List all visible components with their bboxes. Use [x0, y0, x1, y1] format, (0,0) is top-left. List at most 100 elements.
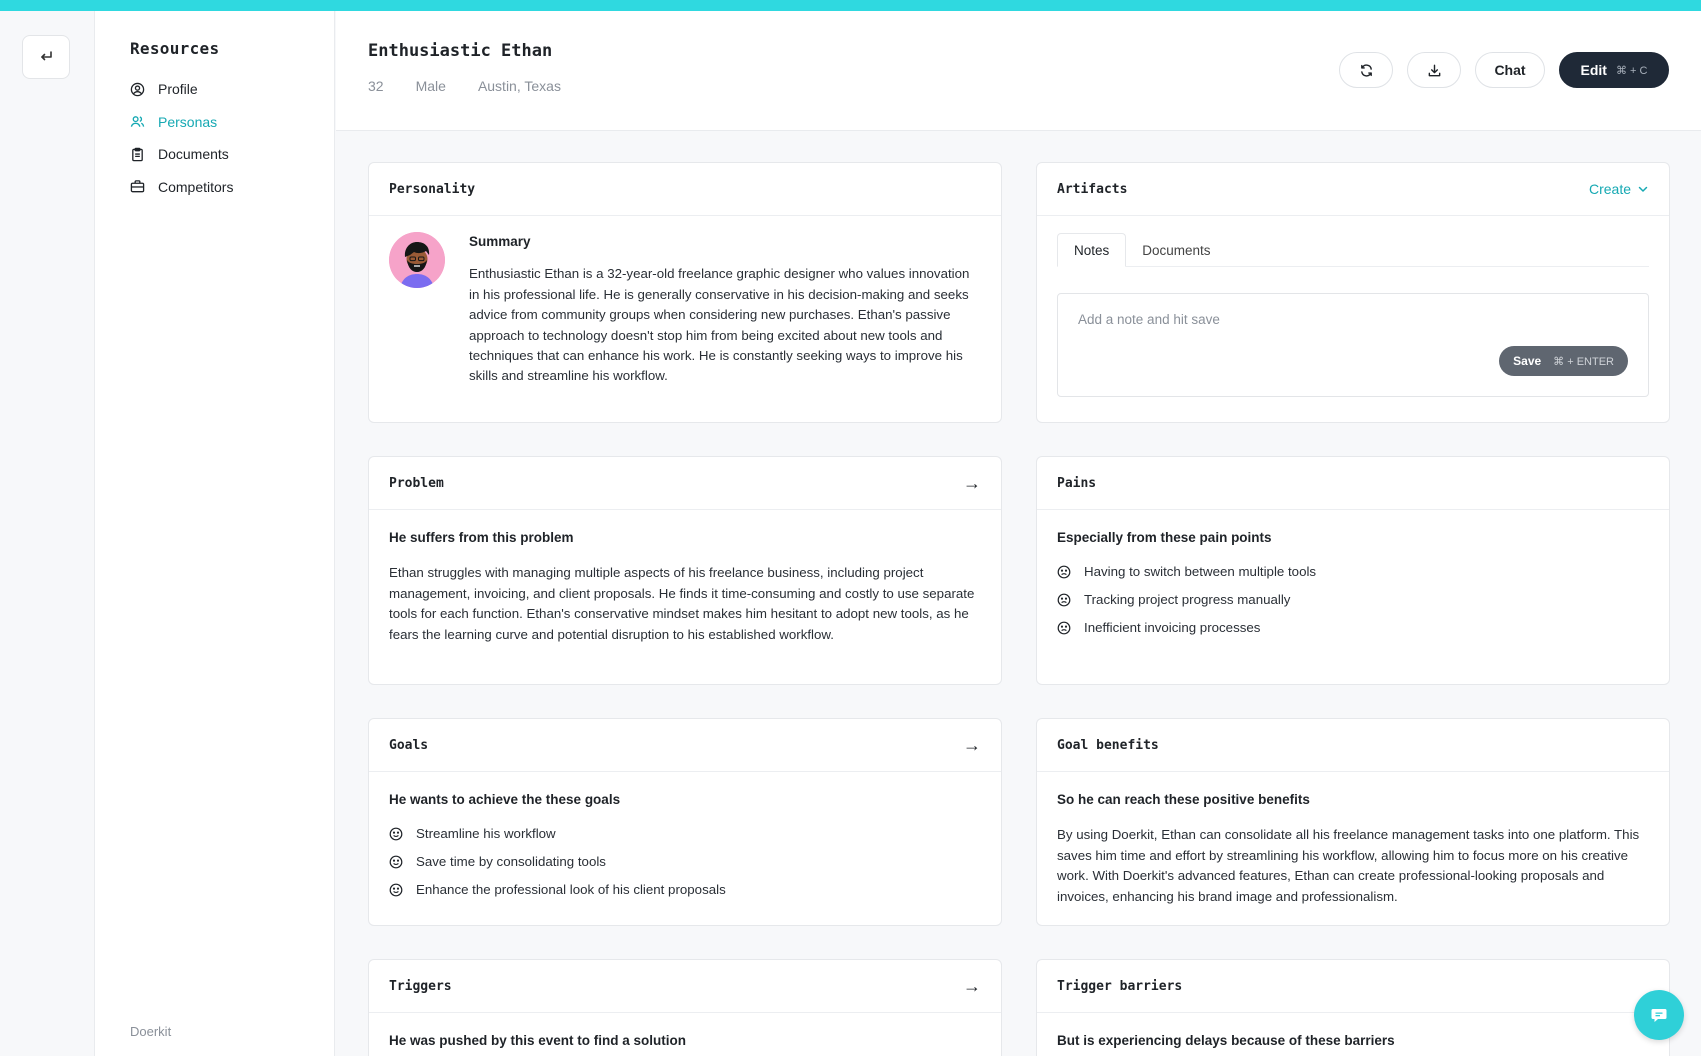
card-subtitle: Especially from these pain points [1057, 530, 1272, 545]
card-header: Personality [369, 163, 1001, 216]
download-icon [1428, 64, 1440, 76]
sidebar-item-label: Competitors [158, 178, 234, 195]
problem-card: Problem → He suffers from this problem E… [368, 456, 1002, 685]
smile-face-icon [389, 828, 403, 841]
clipboard-icon [132, 147, 143, 161]
sidebar-item-label: Documents [158, 146, 229, 163]
briefcase-icon [130, 180, 145, 193]
arrow-right-icon[interactable]: → [963, 473, 981, 494]
header-actions: Chat Edit ⌘ + C [1339, 52, 1669, 88]
card-title: Pains [1057, 475, 1097, 491]
card-header: Goal benefits [1037, 719, 1669, 772]
personality-body: Summary Enthusiastic Ethan is a 32-year-… [469, 232, 979, 387]
save-label: Save [1513, 354, 1542, 368]
persona-gender: Male [415, 78, 446, 94]
save-note-button[interactable]: Save ⌘ + ENTER [1499, 346, 1628, 376]
card-header[interactable]: Problem → [369, 457, 1001, 510]
goal-benefits-text: By using Doerkit, Ethan can consolidate … [1057, 827, 1640, 904]
list-item: Tracking project progress manually [1057, 586, 1649, 614]
chevron-down-icon [1638, 186, 1648, 192]
note-editor: Save ⌘ + ENTER [1057, 293, 1649, 397]
trigger-barriers-card: Trigger barriers But is experiencing del… [1036, 959, 1670, 1056]
card-header: Trigger barriers [1037, 960, 1669, 1013]
back-button[interactable] [22, 35, 70, 79]
card-subtitle: He suffers from this problem [389, 530, 574, 545]
personality-summary-text: Enthusiastic Ethan is a 32-year-old free… [469, 266, 970, 384]
sidebar-item-documents[interactable]: Documents [130, 138, 233, 171]
list-item-text: Having to switch between multiple tools [1084, 564, 1317, 580]
card-title: Goal benefits [1057, 737, 1159, 753]
problem-body: He suffers from this problem Ethan strug… [369, 510, 1001, 663]
smile-face-icon [389, 884, 403, 897]
goal-benefits-body: So he can reach these positive benefits … [1037, 772, 1669, 925]
card-title: Triggers [389, 978, 452, 994]
sidebar-nav: Profile Personas Documents Competitors [130, 73, 233, 203]
card-subtitle: But is experiencing delays because of th… [1057, 1033, 1395, 1048]
sidebar-item-personas[interactable]: Personas [130, 106, 233, 139]
note-input[interactable] [1078, 312, 1478, 327]
persona-location: Austin, Texas [477, 78, 561, 94]
user-circle-icon [130, 82, 145, 96]
problem-text: Ethan struggles with managing multiple a… [389, 565, 975, 642]
support-chat-button[interactable] [1634, 990, 1684, 1040]
sidebar-item-competitors[interactable]: Competitors [130, 171, 233, 204]
card-subtitle: So he can reach these positive benefits [1057, 792, 1310, 807]
personality-card: Personality Summary Enthusiastic Ethan i… [368, 162, 1002, 423]
trigger-barriers-body: But is experiencing delays because of th… [1037, 1013, 1669, 1056]
chat-button[interactable]: Chat [1475, 52, 1545, 88]
list-item-text: Enhance the professional look of his cli… [416, 882, 726, 898]
goal-benefits-card: Goal benefits So he can reach these posi… [1036, 718, 1670, 926]
triggers-card: Triggers → He was pushed by this event t… [368, 959, 1002, 1056]
sidebar-item-label: Profile [158, 81, 198, 98]
download-button[interactable] [1407, 52, 1461, 88]
card-title: Trigger barriers [1057, 978, 1183, 994]
list-item-text: Inefficient invoicing processes [1084, 620, 1261, 636]
card-header[interactable]: Triggers → [369, 960, 1001, 1013]
sad-face-icon [1057, 594, 1071, 607]
arrow-right-icon[interactable]: → [963, 976, 981, 997]
edit-button[interactable]: Edit ⌘ + C [1559, 52, 1669, 88]
card-subtitle: He wants to achieve the these goals [389, 792, 621, 807]
list-item: Save time by consolidating tools [389, 848, 981, 876]
create-dropdown[interactable]: Create [1589, 181, 1649, 197]
smile-face-icon [389, 856, 403, 869]
card-subtitle: Summary [469, 234, 531, 249]
refresh-button[interactable] [1339, 52, 1393, 88]
sad-face-icon [1057, 566, 1071, 579]
refresh-icon [1360, 63, 1372, 77]
create-label: Create [1588, 181, 1631, 197]
edit-shortcut: ⌘ + C [1615, 64, 1648, 77]
sad-face-icon [1057, 622, 1071, 635]
card-subtitle: He was pushed by this event to find a so… [389, 1033, 687, 1048]
save-shortcut: ⌘ + ENTER [1553, 355, 1614, 368]
list-item-text: Tracking project progress manually [1084, 592, 1291, 608]
persona-meta: 32 Male Austin, Texas [368, 78, 561, 94]
sidebar-item-label: Personas [158, 113, 218, 130]
list-item: Inefficient invoicing processes [1057, 614, 1649, 642]
card-header[interactable]: Goals → [369, 719, 1001, 772]
card-title: Artifacts [1057, 181, 1128, 197]
avatar [389, 232, 445, 288]
list-item: Enhance the professional look of his cli… [389, 876, 981, 904]
tab-notes[interactable]: Notes [1057, 233, 1127, 267]
list-item-text: Streamline his workflow [416, 826, 556, 842]
list-item: Having to switch between multiple tools [1057, 558, 1649, 586]
card-title: Personality [389, 181, 476, 197]
users-icon [130, 116, 145, 128]
resources-sidebar: Resources Profile Personas Documents Com… [95, 11, 335, 1056]
goals-card: Goals → He wants to achieve the these go… [368, 718, 1002, 926]
goals-list: Streamline his workflow Save time by con… [389, 820, 981, 904]
card-header: Artifacts Create [1037, 163, 1669, 216]
left-rail [0, 11, 95, 1056]
artifacts-card: Artifacts Create Notes Documents Save ⌘ … [1036, 162, 1670, 423]
sidebar-item-profile[interactable]: Profile [130, 73, 233, 106]
edit-button-label: Edit [1580, 62, 1607, 78]
chat-bubble-icon [1651, 1009, 1667, 1022]
sidebar-title: Resources [130, 39, 220, 58]
tab-documents[interactable]: Documents [1126, 233, 1226, 267]
sidebar-footer-brand: Doerkit [130, 1024, 172, 1039]
persona-avatar-illustration [389, 232, 445, 288]
arrow-right-icon[interactable]: → [963, 735, 981, 756]
list-item-text: Save time by consolidating tools [416, 854, 606, 870]
page-title: Enthusiastic Ethan [368, 41, 553, 61]
